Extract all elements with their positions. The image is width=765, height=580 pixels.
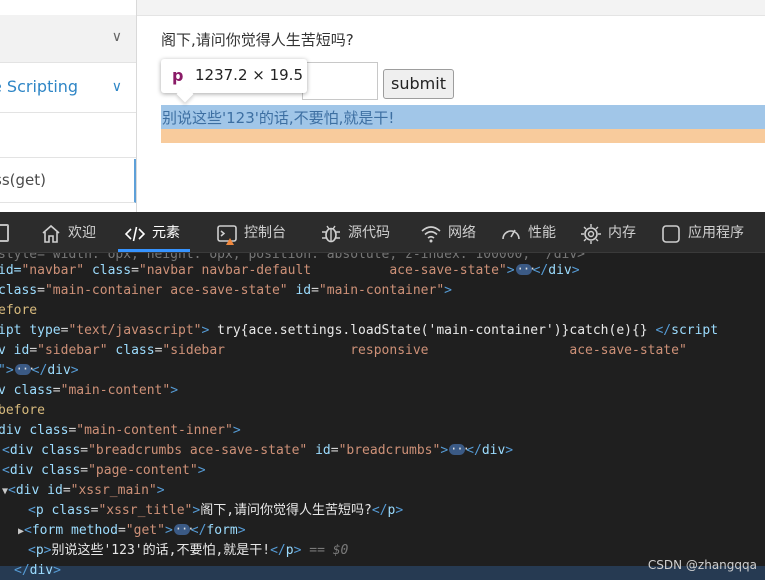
dom-line-selected[interactable]: <p>别说这些'123'的话,不要怕,就是干!</p> == $0 <box>28 541 348 561</box>
code-icon <box>124 220 146 242</box>
dom-line[interactable]: <div class="page-content"> <box>2 461 206 481</box>
dom-line[interactable]: id="navbar" class="navbar navbar-default… <box>0 259 580 281</box>
result-text: 别说这些'123'的话,不要怕,就是干! <box>162 109 395 127</box>
dom-line[interactable]: <p class="xssr_title">阁下,请问你觉得人生苦短吗?</p> <box>28 501 403 521</box>
sidebar-item-collapsed[interactable]: ∨ <box>0 15 136 63</box>
dom-line[interactable]: efore <box>0 301 37 321</box>
watermark: CSDN @zhangqqa <box>647 558 757 572</box>
wifi-icon <box>420 220 442 243</box>
tab-welcome[interactable]: 欢迎 <box>40 212 96 252</box>
dom-line[interactable]: ▶<form method="get"></form> <box>18 519 246 541</box>
highlighted-paragraph: 别说这些'123'的话,不要怕,就是干! <box>161 105 765 129</box>
app-icon <box>660 220 682 243</box>
dom-line[interactable]: </div> <box>14 561 61 580</box>
sidebar-item-label: e Scripting <box>0 77 79 96</box>
tooltip-tag: p <box>172 66 184 85</box>
tab-console[interactable]: 控制台 <box>216 212 286 252</box>
collapsed-ellipsis[interactable] <box>173 519 193 539</box>
sidebar-item-cross-site-scripting[interactable]: e Scripting ∨ <box>0 65 136 113</box>
devtools-panel: 欢迎 元素 控制台 源代码 网络 性能 内存 应用程序 style= width… <box>0 212 765 580</box>
web-page: ∨ e Scripting ∨ ss(get) 阁下,请问你觉得人生苦短吗? s… <box>0 0 765 212</box>
collapsed-ellipsis[interactable] <box>449 439 469 459</box>
tab-memory[interactable]: 内存 <box>580 212 636 252</box>
highlight-margin <box>161 129 765 143</box>
dom-line[interactable]: ipt type="text/javascript"> try{ace.sett… <box>0 321 718 341</box>
tooltip-dimensions: 1237.2 × 19.5 <box>195 66 303 84</box>
chevron-down-icon: ∨ <box>111 29 122 45</box>
dom-line[interactable]: class="main-container ace-save-state" id… <box>0 281 452 301</box>
collapsed-ellipsis[interactable] <box>14 359 34 379</box>
sidebar-item-label: ss(get) <box>0 171 46 189</box>
dock-icon[interactable] <box>0 224 9 242</box>
dom-line[interactable]: v id="sidebar" class="sidebar responsive… <box>0 341 687 361</box>
dom-line[interactable]: before <box>0 401 45 421</box>
tab-sources[interactable]: 源代码 <box>320 212 390 252</box>
home-icon <box>40 220 62 243</box>
submit-button[interactable]: submit <box>383 69 454 99</box>
chevron-down-icon: ∨ <box>111 79 122 95</box>
tab-performance[interactable]: 性能 <box>500 212 556 252</box>
page-question: 阁下,请问你觉得人生苦短吗? <box>161 31 354 49</box>
dom-line[interactable]: v class="main-content"> <box>0 381 178 401</box>
dom-line[interactable]: <div class="breadcrumbs ace-save-state" … <box>2 439 513 461</box>
tab-network[interactable]: 网络 <box>420 212 476 252</box>
answer-input[interactable] <box>302 62 378 100</box>
sidebar-item-blank[interactable] <box>0 114 136 158</box>
dom-line[interactable]: div class="main-content-inner"> <box>0 421 241 441</box>
elements-dom-tree: style= width: opx; height: opx; position… <box>0 253 765 580</box>
chip-icon <box>580 220 602 244</box>
devtools-toolbar: 欢迎 元素 控制台 源代码 网络 性能 内存 应用程序 <box>0 212 765 253</box>
top-strip <box>137 0 765 16</box>
tab-application[interactable]: 应用程序 <box>660 212 744 252</box>
gauge-icon <box>500 220 522 242</box>
dom-line[interactable]: "></div> <box>0 359 79 381</box>
sidebar-item-xss-get[interactable]: ss(get) <box>0 159 136 203</box>
sidebar: ∨ e Scripting ∨ ss(get) <box>0 0 137 212</box>
element-inspect-tooltip: p 1237.2 × 19.5 <box>161 59 307 93</box>
tab-elements[interactable]: 元素 <box>118 212 190 252</box>
console-icon <box>216 220 238 245</box>
dom-line[interactable]: ▼<div id="xssr_main"> <box>2 481 165 501</box>
collapsed-ellipsis[interactable] <box>515 259 535 279</box>
bug-icon <box>320 220 342 243</box>
